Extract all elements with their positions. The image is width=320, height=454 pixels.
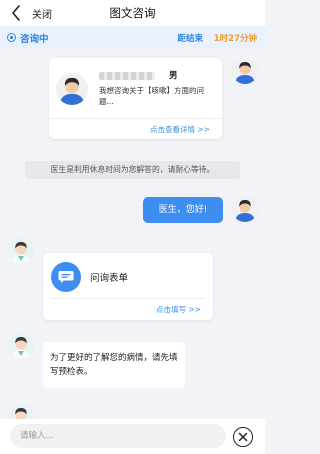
card-divider [51, 298, 205, 299]
user-message-bubble: 医生，您好! [143, 197, 223, 223]
doctor-avatar [8, 238, 34, 264]
top-nav-bar: 关闭 图文咨询 [0, 0, 265, 26]
patient-avatar [232, 58, 258, 84]
status-label: 咨询中 [20, 34, 49, 45]
patient-card-avatar [56, 73, 88, 105]
status-dot-icon [7, 33, 16, 42]
fill-form-link[interactable]: 点击填写 >> [156, 304, 201, 315]
chat-form-icon [51, 262, 81, 292]
card-divider [49, 118, 222, 119]
message-input[interactable] [10, 424, 226, 448]
doctor-message-bubble: 为了更好的了解您的病情，请先填写预检表。 [43, 342, 185, 388]
patient-avatar [232, 196, 258, 222]
page-title: 图文咨询 [109, 6, 156, 20]
doctor-avatar [8, 333, 34, 359]
patient-description: 我想咨询关于【咳嗽】方面的问题... [99, 86, 204, 106]
patient-info-card[interactable]: 男 我想咨询关于【咳嗽】方面的问题... 点击查看详情 >> [49, 58, 222, 139]
view-details-link[interactable]: 点击查看详情 >> [150, 124, 210, 135]
form-title: 问询表单 [90, 273, 129, 284]
remaining-label: 距结束 [177, 33, 203, 44]
system-notice: 医生是利用休息时间为您解答的，请耐心等待。 [25, 161, 240, 179]
consult-status-bar: 咨询中 距结束 1时27分钟 [0, 26, 265, 48]
close-circle-icon[interactable] [233, 427, 253, 447]
inquiry-form-card[interactable]: 问询表单 点击填写 >> [43, 253, 213, 320]
patient-gender: 男 [169, 71, 178, 81]
patient-name-redacted [99, 72, 155, 80]
remaining-time: 1时27分钟 [213, 33, 257, 44]
